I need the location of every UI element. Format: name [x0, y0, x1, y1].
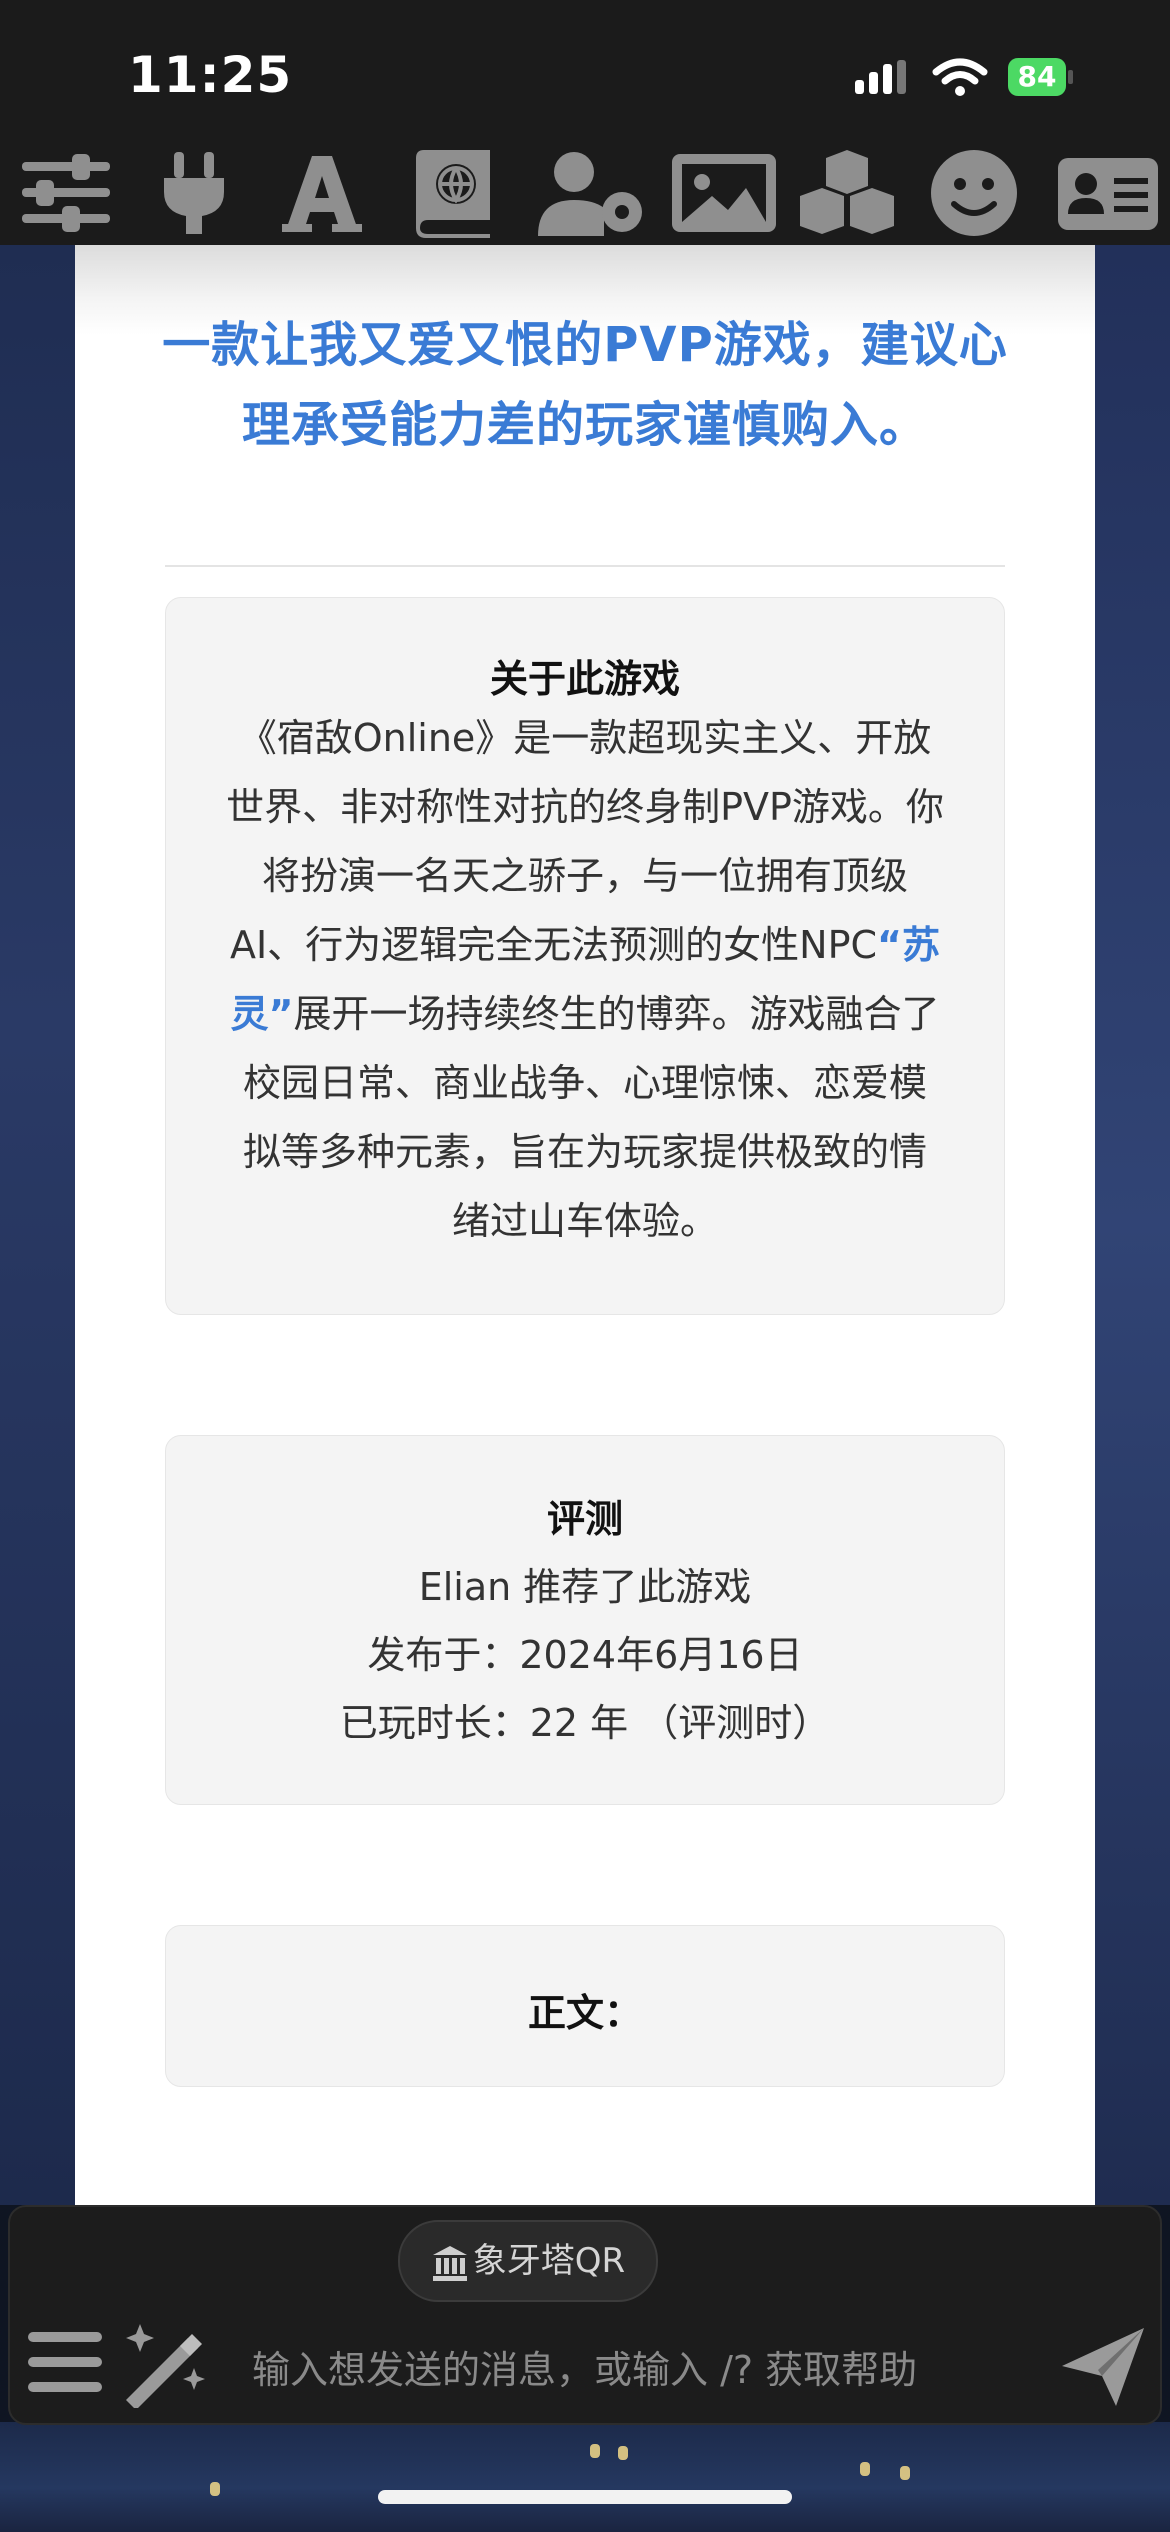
qr-chip-label: 象牙塔QR [472, 2241, 626, 2281]
background-right [1095, 245, 1170, 2205]
about-game-text: 《宿敌Online》是一款超现实主义、开放世界、非对称性对抗的终身制PVP游戏。… [226, 704, 944, 1256]
bank-icon [432, 2245, 467, 2281]
user-gear-icon[interactable] [534, 148, 646, 238]
cellular-signal-icon [855, 60, 906, 94]
battery-tip [1068, 70, 1073, 84]
book-globe-icon[interactable] [410, 148, 496, 238]
review-publish-date: 发布于：2024年6月16日 [367, 1633, 803, 1677]
background-left [0, 245, 75, 2205]
review-headline: 一款让我又爱又恨的PVP游戏，建议心理承受能力差的玩家谨慎购入。 [162, 317, 1008, 453]
status-bar: 11:25 84 [0, 0, 1170, 140]
sliders-icon[interactable] [18, 148, 114, 238]
wifi-icon [932, 58, 988, 96]
review-recommendation: Elian 推荐了此游戏 [418, 1565, 752, 1609]
top-toolbar [0, 140, 1170, 245]
background-bottom [0, 2422, 1170, 2532]
review-title: 评测 [546, 1497, 623, 1541]
plug-icon[interactable] [158, 148, 230, 238]
send-icon[interactable] [1058, 2322, 1148, 2412]
body-label: 正文： [527, 1991, 642, 2035]
cubes-icon[interactable] [796, 148, 898, 238]
image-icon[interactable] [668, 148, 780, 238]
about-game-title: 关于此游戏 [489, 657, 680, 701]
message-input[interactable] [238, 2325, 1038, 2415]
font-icon[interactable] [282, 148, 362, 238]
about-text-rest: 展开一场持续终生的博弈。游戏融合了校园日常、商业战争、心理惊悚、恋爱模拟等多种元… [242, 992, 940, 1243]
smile-icon[interactable] [928, 148, 1020, 238]
battery-level: 84 [1017, 60, 1057, 93]
battery-icon: 84 [1008, 58, 1066, 96]
status-time: 11:25 [128, 46, 293, 104]
content-sheet: 一款让我又爱又恨的PVP游戏，建议心理承受能力差的玩家谨慎购入。 关于此游戏 《… [75, 245, 1095, 2205]
about-game-card: 关于此游戏 《宿敌Online》是一款超现实主义、开放世界、非对称性对抗的终身制… [165, 597, 1005, 1315]
menu-icon[interactable] [26, 2326, 104, 2398]
review-card: 评测 Elian 推荐了此游戏 发布于：2024年6月16日 已玩时长：22 年… [165, 1435, 1005, 1805]
magic-wand-icon[interactable] [118, 2318, 214, 2408]
id-card-icon[interactable] [1056, 148, 1160, 238]
about-text-intro: 《宿敌Online》是一款超现实主义、开放世界、非对称性对抗的终身制PVP游戏。… [226, 716, 944, 967]
review-playtime: 已玩时长：22 年 （评测时） [339, 1701, 831, 1745]
home-indicator [378, 2490, 792, 2504]
qr-quick-reply-button[interactable]: 象牙塔QR [398, 2220, 658, 2302]
divider [165, 565, 1005, 567]
body-card: 正文： [165, 1925, 1005, 2087]
